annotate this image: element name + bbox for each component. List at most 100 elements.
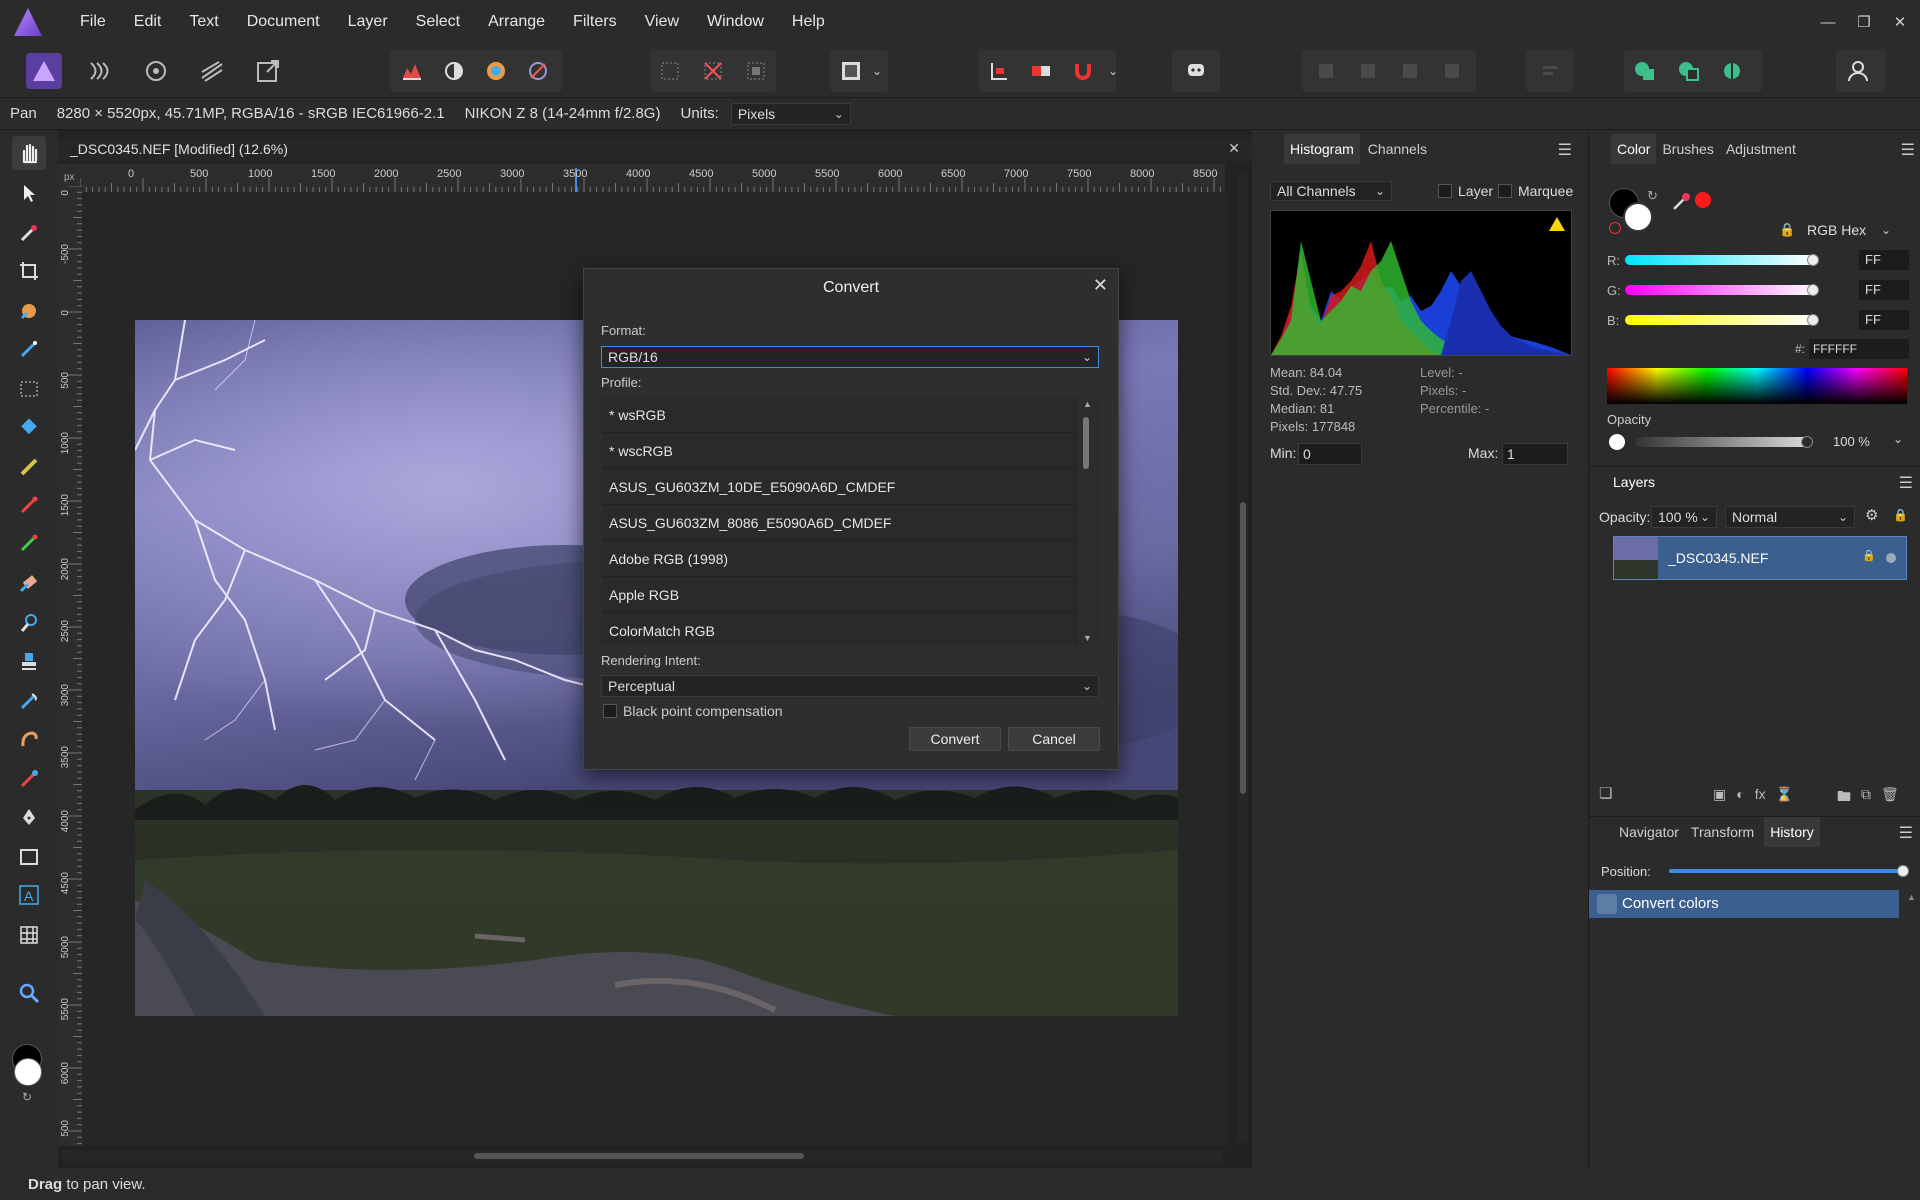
menu-text[interactable]: Text [175,0,232,44]
g-slider[interactable] [1625,284,1819,296]
swap-fill-stroke-icon[interactable]: ↻ [1647,188,1658,204]
stroke-color-swatch[interactable] [1623,202,1653,232]
profile-item[interactable]: Apple RGB [601,577,1075,613]
marquee-checkbox[interactable] [1498,184,1512,198]
affinity-photo-logo-icon[interactable] [14,8,42,36]
format-select[interactable]: RGB/16 [601,346,1099,368]
snapping-icon[interactable] [981,53,1017,89]
tab-brushes[interactable]: Brushes [1662,141,1713,157]
paint-brush-tool-icon[interactable] [12,488,46,522]
select-all-icon[interactable] [652,53,688,89]
menu-filters[interactable]: Filters [559,0,631,44]
scroll-up-icon[interactable]: ▲ [1083,399,1092,409]
warning-icon[interactable] [1549,217,1565,231]
clone-brush-tool-icon[interactable] [12,644,46,678]
hex-input[interactable]: FFFFFF [1809,339,1909,359]
layers-panel-menu-icon[interactable]: ☰ [1899,473,1913,493]
layer-visibility-icon[interactable] [1886,553,1896,563]
quick-mask-icon[interactable] [833,53,869,89]
layer-lock-icon[interactable]: 🔒 [1893,508,1908,522]
add-shape-icon[interactable] [1627,53,1663,89]
rendering-intent-select[interactable]: Perceptual [601,675,1099,697]
quick-mask-dropdown-icon[interactable] [872,62,882,78]
tab-transform[interactable]: Transform [1691,824,1754,840]
move-to-back-icon[interactable] [1308,53,1344,89]
history-position-slider[interactable] [1669,865,1909,877]
auto-color-icon[interactable] [478,53,514,89]
invert-selection-icon[interactable] [738,53,774,89]
liquify-persona-icon[interactable] [82,53,118,89]
export-persona-icon[interactable] [250,53,286,89]
profile-scroll-thumb[interactable] [1083,417,1089,469]
force-pixel-alignment-icon[interactable] [1023,53,1059,89]
blend-mode-select[interactable]: Normal [1725,506,1855,528]
layer-opacity-select[interactable]: 100 % [1651,506,1717,528]
menu-file[interactable]: File [66,0,120,44]
fx-icon[interactable]: fx [1755,786,1766,803]
secondary-color-swatch[interactable] [14,1058,42,1086]
profile-item[interactable]: * wscRGB [601,433,1075,469]
convert-button[interactable]: Convert [909,727,1001,751]
bpc-checkbox[interactable] [603,704,617,718]
restore-icon[interactable]: ❐ [1844,0,1884,44]
tab-histogram[interactable]: Histogram [1284,134,1360,164]
horizontal-scroll-thumb[interactable] [474,1153,804,1159]
auto-white-balance-icon[interactable] [520,53,556,89]
tab-channels[interactable]: Channels [1368,141,1427,157]
red-eye-tool-icon[interactable] [12,762,46,796]
deselect-icon[interactable] [695,53,731,89]
b-slider-knob[interactable] [1807,314,1819,326]
vertical-scrollbar[interactable] [1238,172,1248,1142]
history-position-knob[interactable] [1897,865,1909,877]
intersect-shape-icon[interactable] [1714,53,1750,89]
gradient-tool-icon[interactable] [12,450,46,484]
menu-document[interactable]: Document [233,0,334,44]
panel-menu-icon[interactable]: ☰ [1558,140,1572,160]
dodge-tool-icon[interactable] [12,606,46,640]
layer-checkbox[interactable] [1438,184,1452,198]
layer-row[interactable]: _DSC0345.NEF 🔒 [1613,536,1907,580]
move-to-front-icon[interactable] [1434,53,1470,89]
mesh-warp-tool-icon[interactable] [12,918,46,952]
photo-persona-icon[interactable] [26,53,62,89]
history-panel-menu-icon[interactable]: ☰ [1899,823,1913,843]
color-picker-icon[interactable] [1671,190,1693,215]
assistant-icon[interactable] [1178,53,1214,89]
profile-list[interactable]: * wsRGB * wscRGB ASUS_GU603ZM_10DE_E5090… [601,397,1099,645]
swap-colors-icon[interactable]: ↻ [22,1090,32,1104]
color-mode-select[interactable]: RGB Hex [1801,220,1897,240]
profile-item[interactable]: Adobe RGB (1998) [601,541,1075,577]
scroll-down-icon[interactable]: ▼ [1083,633,1092,643]
history-entry[interactable]: Convert colors [1589,890,1899,918]
vertical-scroll-thumb[interactable] [1240,502,1246,794]
flood-fill-tool-icon[interactable] [12,410,46,444]
move-tool-icon[interactable] [12,176,46,210]
snapping-magnet-icon[interactable] [1065,53,1101,89]
profile-item[interactable]: ASUS_GU603ZM_10DE_E5090A6D_CMDEF [601,469,1075,505]
tone-mapping-persona-icon[interactable] [194,53,230,89]
tab-history[interactable]: History [1764,816,1820,847]
max-input[interactable]: 1 [1502,443,1568,465]
menu-select[interactable]: Select [402,0,474,44]
selection-brush-tool-icon[interactable] [12,294,46,328]
minimize-icon[interactable]: — [1808,0,1848,44]
opacity-slider[interactable] [1635,436,1813,448]
units-select[interactable]: Pixels [730,102,851,125]
g-slider-knob[interactable] [1807,284,1819,296]
artistic-text-tool-icon[interactable]: A [12,878,46,912]
cancel-button[interactable]: Cancel [1008,727,1100,751]
opacity-value[interactable]: 100 % [1829,432,1885,452]
layers-title[interactable]: Layers [1613,474,1655,490]
menu-view[interactable]: View [631,0,693,44]
document-tab[interactable]: _DSC0345.NEF [Modified] (12.6%) ✕ [58,138,1252,162]
align-icon[interactable] [1532,53,1568,89]
layer-settings-gear-icon[interactable]: ⚙ [1865,506,1878,524]
delete-layer-icon[interactable]: 🗑 [1881,786,1899,810]
tab-color[interactable]: Color [1611,134,1657,164]
no-color-icon[interactable] [1609,222,1621,234]
layer-locked-icon[interactable]: 🔒 [1862,549,1876,562]
add-pixel-layer-icon[interactable]: ⧉ [1861,786,1871,810]
r-slider[interactable] [1625,254,1819,266]
history-scroll-up-icon[interactable]: ▲ [1907,892,1916,902]
user-account-icon[interactable] [1840,53,1876,89]
